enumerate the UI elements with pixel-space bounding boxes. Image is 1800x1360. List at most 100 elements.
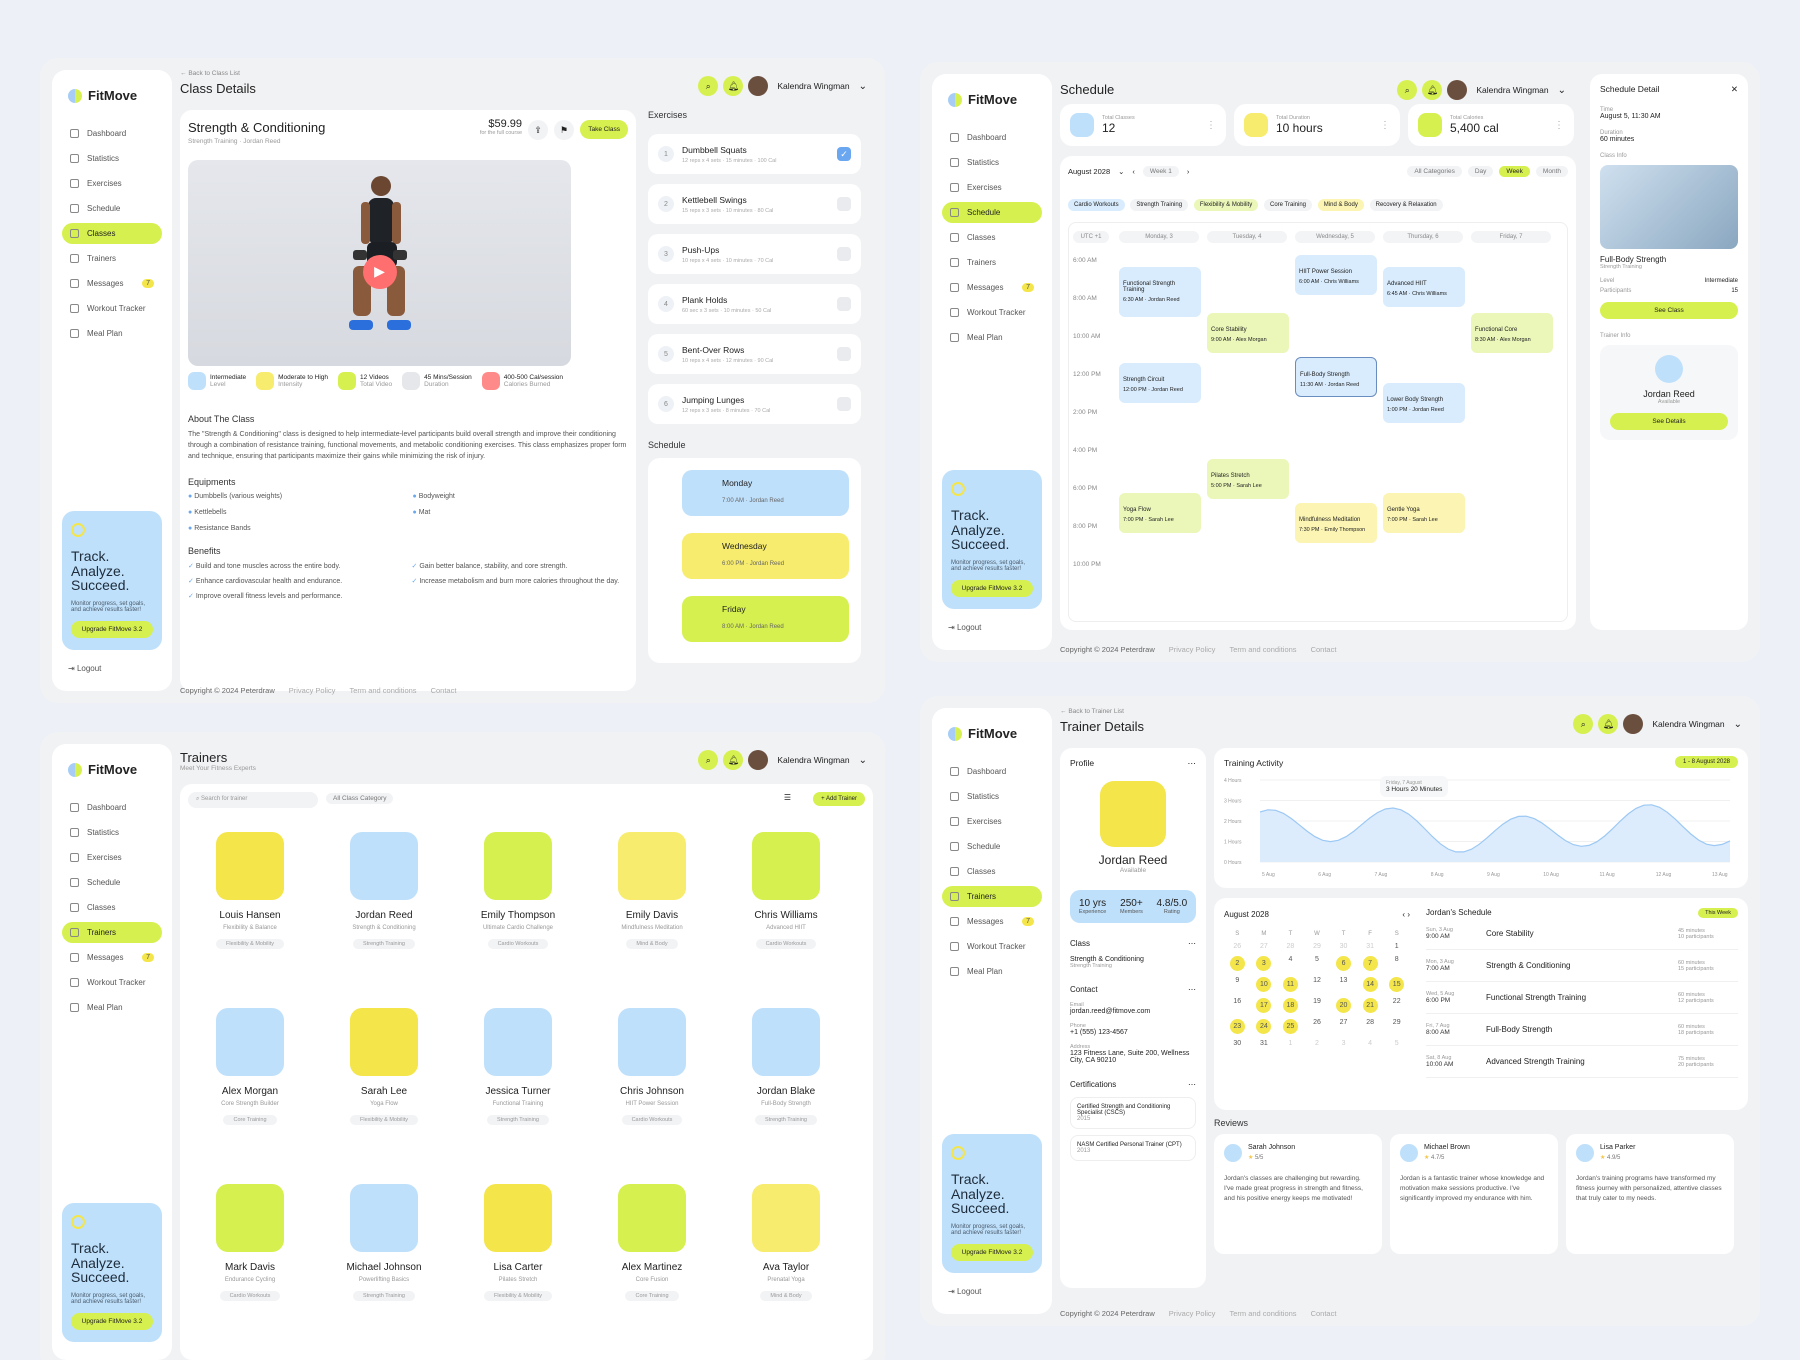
user-name[interactable]: Kalendra Wingman [1648,719,1728,729]
nav-meal-plan[interactable]: Meal Plan [942,961,1042,982]
calendar-day[interactable]: 19 [1304,998,1331,1013]
trainer-card[interactable]: Louis Hansen Flexibility & Balance Flexibi… [188,816,312,982]
calendar-day[interactable]: 13 [1330,977,1357,992]
calendar-day[interactable]: 2 [1229,956,1245,971]
exercise-checkbox[interactable] [837,397,851,411]
more-icon[interactable]: ⋮ [1554,120,1564,131]
search-icon[interactable]: ⌕ [1573,714,1594,734]
nav-workout-tracker[interactable]: Workout Tracker [62,298,162,319]
privacy-link[interactable]: Privacy Policy [1169,1309,1216,1318]
exercise-checkbox[interactable] [837,247,851,261]
nav-classes[interactable]: Classes [942,861,1042,882]
more-icon[interactable]: ⋯ [1188,985,1196,994]
schedule-item[interactable]: Monday 7:00 AM · Jordan Reed [682,470,849,516]
nav-meal-plan[interactable]: Meal Plan [62,323,162,344]
more-icon[interactable]: ⋮ [1206,120,1216,131]
calendar-day[interactable]: 7 [1362,956,1378,971]
nav-statistics[interactable]: Statistics [942,152,1042,173]
nav-trainers[interactable]: Trainers [62,922,162,943]
chevron-right-icon[interactable]: › [1407,910,1410,919]
exercise-checkbox[interactable] [837,197,851,211]
event-card-selected[interactable]: Full-Body Strength 11:30 AM · Jordan Reed [1295,357,1377,397]
nav-exercises[interactable]: Exercises [62,847,162,868]
event-card[interactable]: Gentle Yoga 7:00 PM · Sarah Lee [1383,493,1465,533]
contact-link[interactable]: Contact [1311,1309,1337,1318]
nav-meal-plan[interactable]: Meal Plan [942,327,1042,348]
search-icon[interactable]: ⌕ [698,76,719,96]
calendar-day[interactable]: 22 [1383,998,1410,1013]
event-card[interactable]: Pilates Stretch 5:00 PM · Sarah Lee [1207,459,1289,499]
contact-link[interactable]: Contact [1311,645,1337,654]
exercise-item[interactable]: 2 Kettlebell Swings 15 reps x 3 sets · 10 … [648,184,861,224]
this-week-select[interactable]: This Week [1698,908,1738,918]
trainer-card[interactable]: Chris Johnson HIIT Power Session Cardio Wo… [590,992,714,1158]
share-icon[interactable]: ⇪ [528,120,548,140]
nav-schedule[interactable]: Schedule [62,872,162,893]
calendar-day[interactable]: 31 [1251,1040,1278,1047]
calendar-day[interactable]: 18 [1282,998,1298,1013]
calendar-day[interactable]: 30 [1330,943,1357,950]
privacy-link[interactable]: Privacy Policy [1169,645,1216,654]
avatar[interactable] [1623,714,1644,734]
nav-messages[interactable]: Messages 7 [942,911,1042,932]
date-range-select[interactable]: 1 - 8 August 2028 [1674,756,1738,768]
calendar-day[interactable]: 11 [1282,977,1298,992]
bell-icon[interactable]: 🔔︎ [1598,714,1619,734]
calendar-day[interactable]: 25 [1282,1019,1298,1034]
avatar[interactable] [1447,80,1468,100]
trainer-card[interactable]: Lisa Carter Pilates Stretch Flexibility & … [456,1168,580,1334]
nav-schedule[interactable]: Schedule [942,836,1042,857]
bookmark-icon[interactable]: ⚑ [554,120,574,140]
add-trainer-button[interactable]: + Add Trainer [813,792,865,806]
more-icon[interactable]: ⋯ [1188,758,1197,769]
calendar-day[interactable]: 9 [1224,977,1251,992]
upgrade-button[interactable]: Upgrade FitMove 3.2 [951,1244,1033,1261]
filter-icon[interactable]: ☰ [784,793,791,802]
trainer-card[interactable]: Mark Davis Endurance Cycling Cardio Workou… [188,1168,312,1334]
calendar-day[interactable]: 26 [1304,1019,1331,1034]
trainer-card[interactable]: Jordan Reed Strength & Conditioning Streng… [322,816,446,982]
upgrade-button[interactable]: Upgrade FitMove 3.2 [71,621,153,638]
user-name[interactable]: Kalendra Wingman [773,755,853,765]
calendar-day[interactable]: 29 [1304,943,1331,950]
event-card[interactable]: Core Stability 9:00 AM · Alex Morgan [1207,313,1289,353]
schedule-row[interactable]: Fri, 7 Aug 8:00 AM Full-Body Strength 60 mi… [1426,1014,1738,1046]
search-icon[interactable]: ⌕ [1397,80,1418,100]
calendar-day[interactable]: 28 [1277,943,1304,950]
calendar-day[interactable]: 29 [1383,1019,1410,1034]
trainer-card[interactable]: Sarah Lee Yoga Flow Flexibility & Mobility [322,992,446,1158]
calendar-day[interactable]: 31 [1357,943,1384,950]
calendar-day[interactable]: 5 [1383,1040,1410,1047]
calendar-day[interactable]: 21 [1362,998,1378,1013]
calendar-day[interactable]: 15 [1389,977,1405,992]
calendar-day[interactable]: 2 [1304,1040,1331,1047]
nav-dashboard[interactable]: Dashboard [942,761,1042,782]
search-icon[interactable]: ⌕ [698,750,719,770]
calendar-day[interactable]: 24 [1256,1019,1272,1034]
class-item[interactable]: Strength & Conditioning Strength Training [1070,956,1196,969]
nav-dashboard[interactable]: Dashboard [62,123,162,144]
calendar-day[interactable]: 17 [1256,998,1272,1013]
event-card[interactable]: Functional Strength Training 6:30 AM · Jo… [1119,267,1201,317]
calendar-day[interactable]: 1 [1383,943,1410,950]
nav-classes[interactable]: Classes [62,223,162,244]
calendar-day[interactable]: 28 [1357,1019,1384,1034]
tag-cardio[interactable]: Cardio Workouts [1068,199,1125,211]
upgrade-button[interactable]: Upgrade FitMove 3.2 [71,1313,153,1330]
see-class-button[interactable]: See Class [1600,302,1738,319]
terms-link[interactable]: Term and conditions [1229,1309,1296,1318]
exercise-item[interactable]: 4 Plank Holds 60 sec x 3 sets · 10 minutes… [648,284,861,324]
schedule-row[interactable]: Mon, 3 Aug 7:00 AM Strength & Conditioning… [1426,950,1738,982]
logout-button[interactable]: ⇥ Logout [942,623,1042,632]
chevron-down-icon[interactable]: ⌄ [1734,719,1742,730]
play-icon[interactable]: ▶ [362,254,397,289]
calendar-day[interactable]: 6 [1336,956,1352,971]
terms-link[interactable]: Term and conditions [349,686,416,695]
upgrade-button[interactable]: Upgrade FitMove 3.2 [951,580,1033,597]
contact-phone[interactable]: Phone +1 (555) 123-4567 [1070,1023,1196,1036]
schedule-item[interactable]: Wednesday 6:00 PM · Jordan Reed [682,533,849,579]
chevron-left-icon[interactable]: ‹ [1132,167,1135,176]
calendar-day[interactable]: 4 [1277,956,1304,971]
category-select[interactable]: All Class Category [326,793,394,804]
trainer-card[interactable]: Ava Taylor Prenatal Yoga Mind & Body [724,1168,848,1334]
